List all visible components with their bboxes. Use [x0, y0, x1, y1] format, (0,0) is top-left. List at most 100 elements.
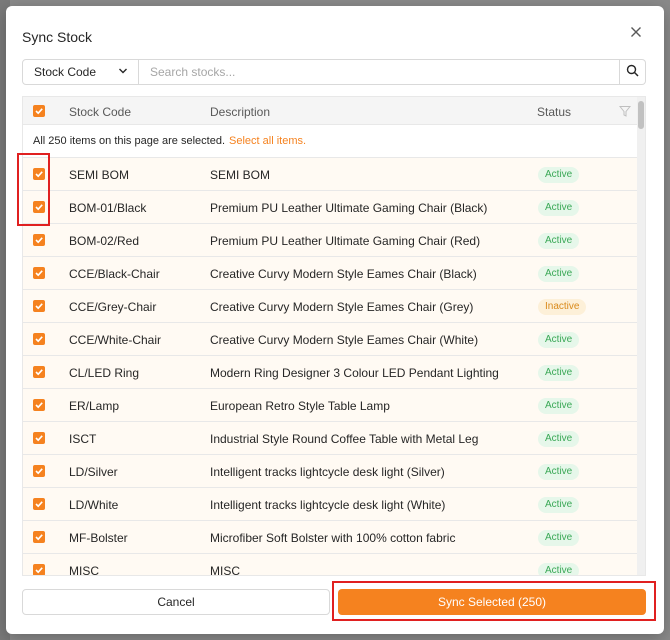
row-status: Active	[538, 529, 580, 546]
stock-table: Stock Code Description Status All 250 it…	[22, 96, 646, 576]
row-status: Active	[538, 364, 580, 381]
row-stock-code: CCE/Grey-Chair	[69, 300, 157, 314]
row-stock-code: LD/White	[69, 498, 119, 512]
column-header-status[interactable]: Status	[537, 105, 571, 119]
row-description: European Retro Style Table Lamp	[210, 399, 390, 413]
row-status: Active	[538, 331, 580, 348]
table-row[interactable]: BOM-02/Red Premium PU Leather Ultimate G…	[23, 224, 637, 257]
row-description: Intelligent tracks lightcycle desk light…	[210, 465, 445, 479]
table-body: SEMI BOM SEMI BOM Active BOM-01/Black Pr…	[23, 158, 637, 576]
search-field-select[interactable]: Stock Code	[22, 59, 139, 85]
table-row[interactable]: ISCT Industrial Style Round Coffee Table…	[23, 422, 637, 455]
status-badge: Active	[538, 365, 580, 381]
status-badge: Active	[538, 497, 580, 513]
row-checkbox[interactable]	[33, 465, 45, 477]
row-stock-code: CL/LED Ring	[69, 366, 140, 380]
row-status: Active	[538, 397, 580, 414]
row-stock-code: BOM-02/Red	[69, 234, 140, 248]
row-checkbox[interactable]	[33, 531, 45, 543]
table-row[interactable]: BOM-01/Black Premium PU Leather Ultimate…	[23, 191, 637, 224]
row-checkbox[interactable]	[33, 168, 45, 180]
row-status: Active	[538, 562, 580, 575]
scrollbar-thumb[interactable]	[638, 101, 644, 129]
search-icon	[626, 64, 639, 80]
row-description: Creative Curvy Modern Style Eames Chair …	[210, 267, 477, 281]
status-badge: Active	[538, 167, 580, 183]
status-badge: Active	[538, 332, 580, 348]
row-status: Active	[538, 463, 580, 480]
row-checkbox[interactable]	[33, 300, 45, 312]
row-stock-code: LD/Silver	[69, 465, 118, 479]
filter-icon[interactable]	[618, 105, 632, 120]
row-description: Industrial Style Round Coffee Table with…	[210, 432, 479, 446]
chevron-down-icon	[118, 65, 128, 79]
row-description: MISC	[210, 564, 240, 576]
table-row[interactable]: SEMI BOM SEMI BOM Active	[23, 158, 637, 191]
table-row[interactable]: LD/Silver Intelligent tracks lightcycle …	[23, 455, 637, 488]
selection-note: All 250 items on this page are selected.…	[23, 125, 637, 158]
row-stock-code: CCE/Black-Chair	[69, 267, 160, 281]
row-checkbox[interactable]	[33, 234, 45, 246]
row-stock-code: SEMI BOM	[69, 168, 130, 182]
row-status: Active	[538, 199, 580, 216]
row-checkbox[interactable]	[33, 201, 45, 213]
row-status: Active	[538, 496, 580, 513]
row-stock-code: MISC	[69, 564, 99, 576]
status-badge: Inactive	[538, 299, 587, 315]
row-checkbox[interactable]	[33, 267, 45, 279]
status-badge: Active	[538, 431, 580, 447]
table-row[interactable]: LD/White Intelligent tracks lightcycle d…	[23, 488, 637, 521]
column-header-stock-code[interactable]: Stock Code	[69, 105, 131, 119]
status-badge: Active	[538, 563, 580, 575]
row-checkbox[interactable]	[33, 432, 45, 444]
status-badge: Active	[538, 233, 580, 249]
select-all-items-link[interactable]: Select all items.	[229, 135, 306, 147]
close-icon[interactable]	[628, 24, 644, 40]
row-stock-code: ISCT	[69, 432, 97, 446]
row-description: SEMI BOM	[210, 168, 271, 182]
sync-stock-modal: Sync Stock Stock Code Stock Code Descrip…	[6, 6, 664, 634]
column-header-description[interactable]: Description	[210, 105, 270, 119]
row-status: Inactive	[538, 298, 587, 315]
modal-title: Sync Stock	[22, 29, 93, 45]
table-row[interactable]: CCE/Grey-Chair Creative Curvy Modern Sty…	[23, 290, 637, 323]
table-row[interactable]: CCE/White-Chair Creative Curvy Modern St…	[23, 323, 637, 356]
row-stock-code: ER/Lamp	[69, 399, 120, 413]
status-badge: Active	[538, 464, 580, 480]
cancel-button[interactable]: Cancel	[22, 589, 330, 615]
search-bar: Stock Code	[22, 59, 646, 85]
table-row[interactable]: CCE/Black-Chair Creative Curvy Modern St…	[23, 257, 637, 290]
selection-note-text: All 250 items on this page are selected.	[33, 135, 226, 147]
row-description: Creative Curvy Modern Style Eames Chair …	[210, 333, 479, 347]
table-row[interactable]: ER/Lamp European Retro Style Table Lamp …	[23, 389, 637, 422]
row-checkbox[interactable]	[33, 498, 45, 510]
table-row[interactable]: CL/LED Ring Modern Ring Designer 3 Colou…	[23, 356, 637, 389]
row-status: Active	[538, 166, 580, 183]
row-stock-code: CCE/White-Chair	[69, 333, 162, 347]
row-checkbox[interactable]	[33, 564, 45, 575]
select-all-checkbox[interactable]	[33, 105, 45, 117]
sync-selected-button[interactable]: Sync Selected (250)	[338, 589, 646, 615]
row-status: Active	[538, 265, 580, 282]
row-checkbox[interactable]	[33, 333, 45, 345]
row-checkbox[interactable]	[33, 366, 45, 378]
status-badge: Active	[538, 530, 580, 546]
table-header: Stock Code Description Status	[23, 97, 637, 125]
status-badge: Active	[538, 266, 580, 282]
row-status: Active	[538, 232, 580, 249]
row-description: Creative Curvy Modern Style Eames Chair …	[210, 300, 474, 314]
search-field-value: Stock Code	[34, 65, 97, 79]
status-badge: Active	[538, 398, 580, 414]
status-badge: Active	[538, 200, 580, 216]
row-description: Premium PU Leather Ultimate Gaming Chair…	[210, 201, 488, 215]
row-checkbox[interactable]	[33, 399, 45, 411]
table-row[interactable]: MISC MISC Active	[23, 554, 637, 576]
table-row[interactable]: MF-Bolster Microfiber Soft Bolster with …	[23, 521, 637, 554]
row-stock-code: MF-Bolster	[69, 531, 128, 545]
row-stock-code: BOM-01/Black	[69, 201, 147, 215]
row-description: Modern Ring Designer 3 Colour LED Pendan…	[210, 366, 499, 380]
table-scrollbar[interactable]	[637, 97, 645, 575]
row-description: Premium PU Leather Ultimate Gaming Chair…	[210, 234, 481, 248]
search-input[interactable]	[139, 59, 620, 85]
search-button[interactable]	[620, 59, 646, 85]
